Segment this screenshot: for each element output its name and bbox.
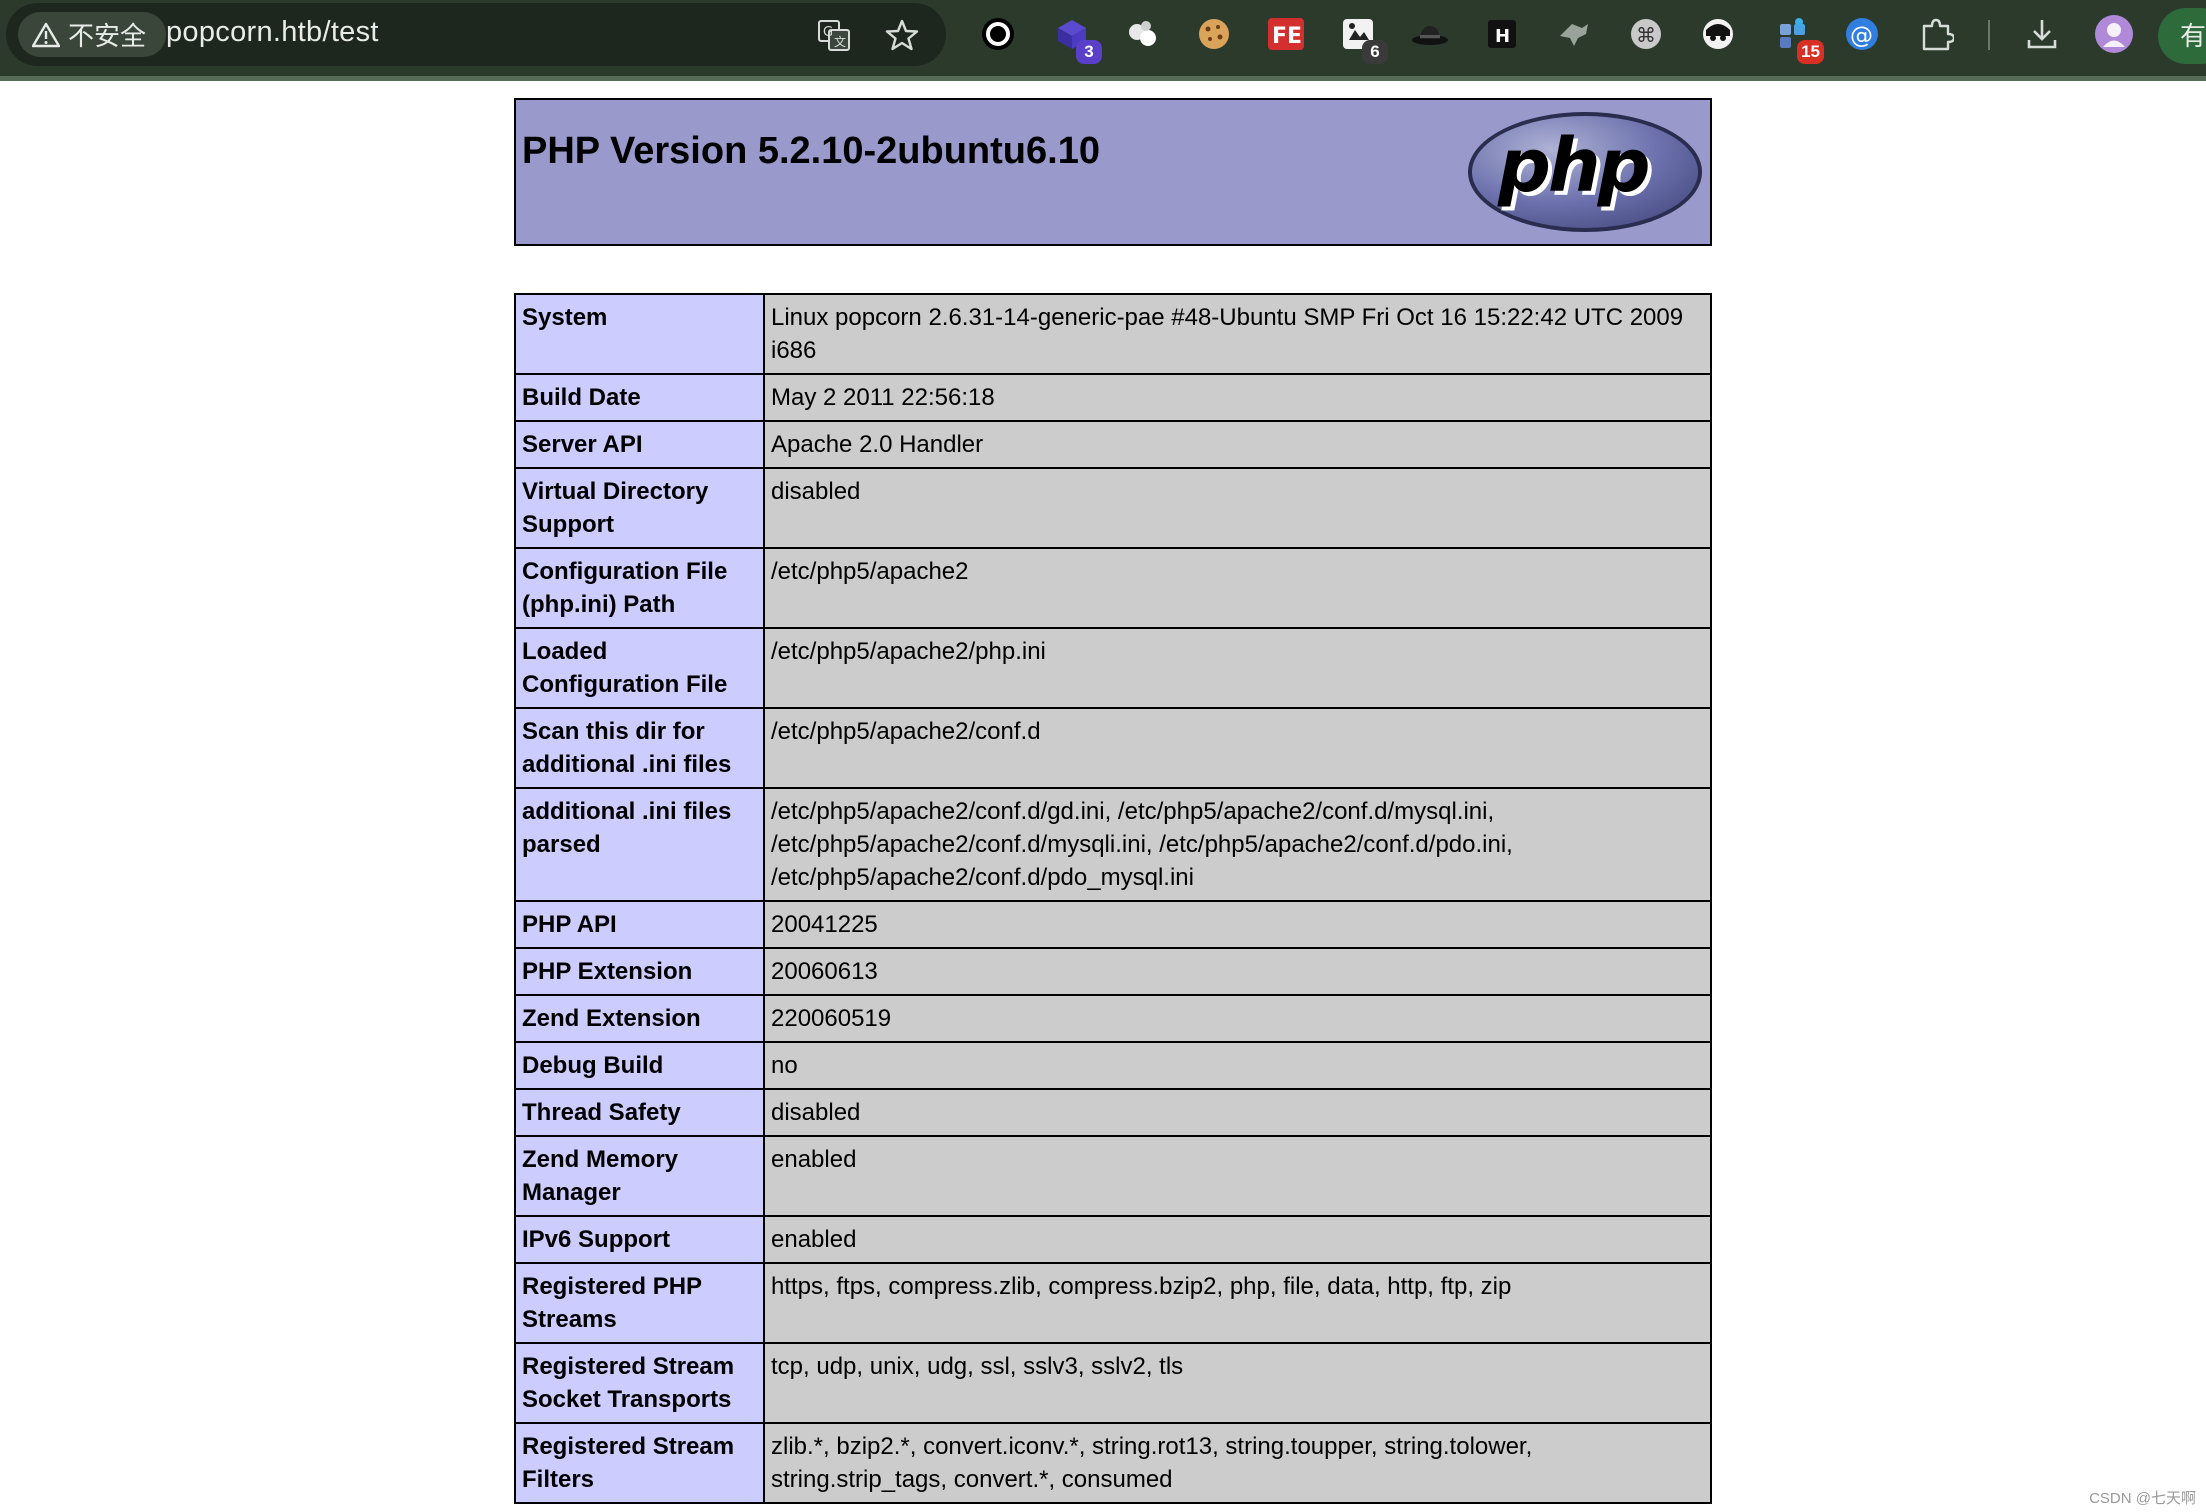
- row-key: Scan this dir for additional .ini files: [514, 707, 765, 789]
- row-value: enabled: [763, 1215, 1712, 1264]
- table-row: Registered PHP Streams https, ftps, compr…: [514, 1262, 1712, 1344]
- table-row: Zend Memory Manager enabled: [514, 1135, 1712, 1217]
- page-content: PHP Version 5.2.10-2ubuntu6.10 php php S…: [0, 81, 2206, 1512]
- row-value: disabled: [763, 467, 1712, 549]
- avatar[interactable]: [2094, 14, 2134, 54]
- row-key: System: [514, 293, 765, 375]
- php-info-table-body: System Linux popcorn 2.6.31-14-generic-pa…: [514, 293, 1712, 1504]
- row-value: no: [763, 1041, 1712, 1090]
- table-row: Thread Safety disabled: [514, 1088, 1712, 1137]
- row-key: Loaded Configuration File: [514, 627, 765, 709]
- extension-fe-label: FE: [1272, 24, 1302, 49]
- row-value: 20060613: [763, 947, 1712, 996]
- table-row: PHP API 20041225: [514, 900, 1712, 949]
- extension-hacker-icon[interactable]: [1698, 14, 1738, 54]
- extension-badge: 3: [1076, 40, 1102, 64]
- extension-at-label: @: [1850, 23, 1873, 49]
- row-value: 220060519: [763, 994, 1712, 1043]
- row-value: Apache 2.0 Handler: [763, 420, 1712, 469]
- row-key: Debug Build: [514, 1041, 765, 1090]
- php-header: PHP Version 5.2.10-2ubuntu6.10 php php: [514, 98, 1712, 246]
- row-key: Registered Stream Filters: [514, 1422, 765, 1504]
- extension-command-icon[interactable]: ⌘: [1626, 14, 1666, 54]
- browser-toolbar: 不安全 popcorn.htb/test G 文 3 FE 6 H ⌘ 15 @…: [0, 0, 2206, 81]
- php-logo-text: php: [1497, 123, 1649, 209]
- extension-cookie-icon[interactable]: [1194, 14, 1234, 54]
- row-value: enabled: [763, 1135, 1712, 1217]
- row-value: Linux popcorn 2.6.31-14-generic-pae #48-…: [763, 293, 1712, 375]
- address-bar[interactable]: 不安全 popcorn.htb/test G 文: [6, 3, 946, 66]
- extension-at-icon[interactable]: @: [1842, 14, 1882, 54]
- row-key: Registered Stream Socket Transports: [514, 1342, 765, 1424]
- security-indicator[interactable]: 不安全: [18, 12, 167, 57]
- table-row: PHP Extension 20060613: [514, 947, 1712, 996]
- row-key: Configuration File (php.ini) Path: [514, 547, 765, 629]
- table-row: Registered Stream Filters zlib.*, bzip2.*…: [514, 1422, 1712, 1504]
- row-key: Virtual Directory Support: [514, 467, 765, 549]
- extension-screenshot-icon[interactable]: 6: [1338, 14, 1388, 64]
- row-value: zlib.*, bzip2.*, convert.iconv.*, string…: [763, 1422, 1712, 1504]
- table-row: additional .ini files parsed/etc/php5/ap…: [514, 787, 1712, 902]
- row-key: IPv6 Support: [514, 1215, 765, 1264]
- row-value: tcp, udp, unix, udg, ssl, sslv3, sslv2, …: [763, 1342, 1712, 1424]
- extension-h-label: H: [1495, 26, 1510, 47]
- row-key: PHP API: [514, 900, 765, 949]
- extension-badge: 15: [1797, 40, 1824, 64]
- row-value: /etc/php5/apache2/conf.d/gd.ini, /etc/ph…: [763, 787, 1712, 902]
- table-row: System Linux popcorn 2.6.31-14-generic-pa…: [514, 293, 1712, 375]
- svg-text:文: 文: [834, 34, 846, 49]
- row-key: Thread Safety: [514, 1088, 765, 1137]
- table-row: Loaded Configuration File/etc/php5/apach…: [514, 627, 1712, 709]
- bookmark-star-icon[interactable]: [884, 17, 920, 53]
- php-info-table: System Linux popcorn 2.6.31-14-generic-pa…: [514, 293, 1712, 1504]
- profile-menu-button[interactable]: 有: [2158, 8, 2206, 64]
- toolbar-divider: [1988, 20, 1990, 50]
- row-key: PHP Extension: [514, 947, 765, 996]
- row-key: Build Date: [514, 373, 765, 422]
- php-logo-icon[interactable]: php php: [1466, 110, 1704, 239]
- row-key: Zend Extension: [514, 994, 765, 1043]
- extension-hat-icon[interactable]: [1410, 14, 1450, 54]
- table-row: Zend Extension 220060519: [514, 994, 1712, 1043]
- row-value: /etc/php5/apache2: [763, 547, 1712, 629]
- extension-badge: 6: [1362, 40, 1388, 64]
- row-value: /etc/php5/apache2/php.ini: [763, 627, 1712, 709]
- row-value: May 2 2011 22:56:18: [763, 373, 1712, 422]
- svg-text:G: G: [823, 25, 833, 40]
- extension-record-icon[interactable]: [978, 14, 1018, 54]
- url-text[interactable]: popcorn.htb/test: [166, 16, 379, 49]
- security-label: 不安全: [68, 21, 147, 51]
- table-row: Scan this dir for additional .ini files /…: [514, 707, 1712, 789]
- extension-bubbles-icon[interactable]: [1122, 14, 1162, 54]
- row-value: https, ftps, compress.zlib, compress.bzi…: [763, 1262, 1712, 1344]
- row-value: disabled: [763, 1088, 1712, 1137]
- table-row: Virtual Directory Support disabled: [514, 467, 1712, 549]
- table-row: IPv6 Support enabled: [514, 1215, 1712, 1264]
- translate-icon[interactable]: G 文: [816, 17, 852, 53]
- row-key: additional .ini files parsed: [514, 787, 765, 902]
- row-value: 20041225: [763, 900, 1712, 949]
- row-key: Server API: [514, 420, 765, 469]
- table-row: Debug Build no: [514, 1041, 1712, 1090]
- table-row: Configuration File (php.ini) Path/etc/ph…: [514, 547, 1712, 629]
- page-title: PHP Version 5.2.10-2ubuntu6.10: [522, 130, 1100, 172]
- svg-text:⌘: ⌘: [1636, 23, 1656, 47]
- extension-grid-icon[interactable]: 15: [1774, 14, 1824, 64]
- extension-puzzle-bird-icon[interactable]: [1554, 14, 1594, 54]
- extension-h-icon[interactable]: H: [1482, 14, 1522, 54]
- table-row: Build Date May 2 2011 22:56:18: [514, 373, 1712, 422]
- extension-cube-icon[interactable]: 3: [1052, 14, 1102, 64]
- row-value: /etc/php5/apache2/conf.d: [763, 707, 1712, 789]
- row-key: Zend Memory Manager: [514, 1135, 765, 1217]
- row-key: Registered PHP Streams: [514, 1262, 765, 1344]
- extensions-puzzle-icon[interactable]: [1916, 14, 1956, 54]
- warning-icon: [32, 22, 60, 47]
- download-icon[interactable]: [2022, 14, 2062, 54]
- watermark: CSDN @七天啊: [2089, 1490, 2196, 1507]
- extension-fe-icon[interactable]: FE: [1266, 14, 1306, 54]
- table-row: Server API Apache 2.0 Handler: [514, 420, 1712, 469]
- table-row: Registered Stream Socket Transports tcp, …: [514, 1342, 1712, 1424]
